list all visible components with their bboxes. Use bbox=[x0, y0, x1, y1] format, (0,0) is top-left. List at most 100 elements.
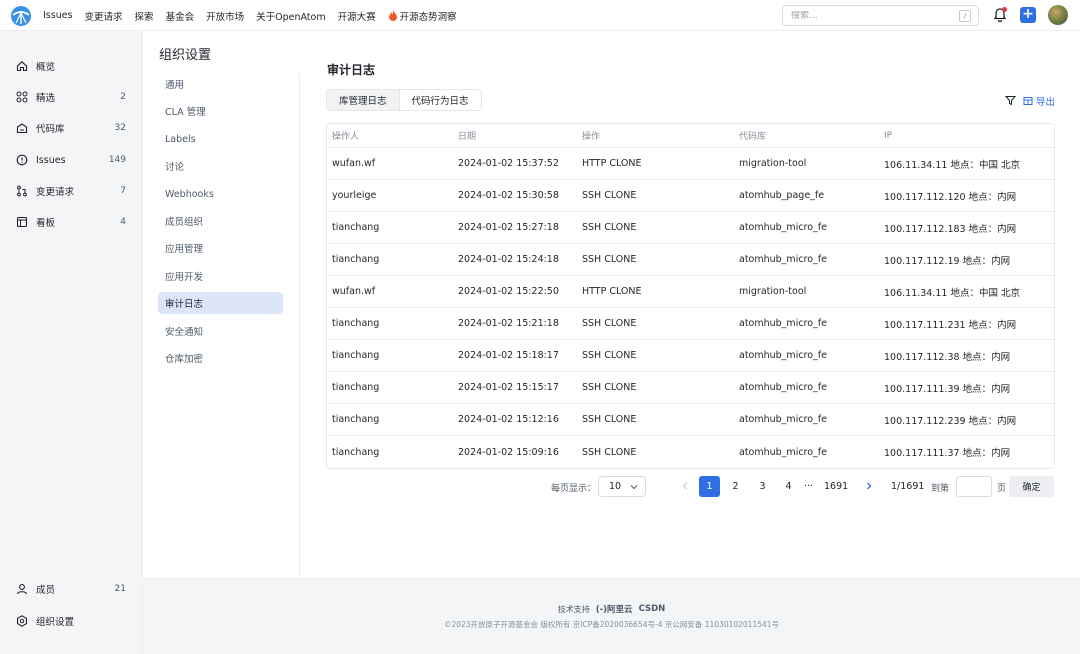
page-last-button[interactable]: 1691 bbox=[824, 476, 848, 497]
repo-cell: atomhub_micro_fe bbox=[739, 318, 828, 329]
left-sidebar: 概览 精选 2 代码库 32 Issues 149 变更请求 7 看板 4 成员… bbox=[0, 31, 143, 654]
main-nav: Issues 变更请求 探索 基金会 开放市场 关于OpenAtom 开源大赛 … bbox=[43, 0, 457, 31]
date-cell: 2024-01-02 15:30:58 bbox=[458, 190, 559, 201]
nav-issues[interactable]: Issues bbox=[43, 10, 73, 21]
operation-cell: SSH CLONE bbox=[582, 414, 637, 425]
page-1-button[interactable]: 1 bbox=[699, 476, 720, 497]
divider bbox=[299, 73, 300, 577]
sidebar-item-members[interactable]: 成员 21 bbox=[0, 578, 143, 600]
table-row: yourleige 2024-01-02 15:30:58 SSH CLONE ato… bbox=[327, 180, 1054, 212]
sidebar-item-count: 2 bbox=[120, 92, 126, 102]
date-cell: 2024-01-02 15:09:16 bbox=[458, 446, 559, 458]
table-row: wufan.wf 2024-01-02 15:22:50 HTTP CLONE mig… bbox=[327, 276, 1054, 308]
sidebar-item-repos[interactable]: 代码库 32 bbox=[0, 117, 143, 139]
operator-cell: wufan.wf bbox=[332, 286, 376, 297]
settings-item-member-org[interactable]: 成员组织 bbox=[158, 210, 283, 232]
jump-page-input[interactable] bbox=[956, 476, 992, 497]
top-navbar: Issues 变更请求 探索 基金会 开放市场 关于OpenAtom 开源大赛 … bbox=[0, 0, 1080, 31]
tab-repo-management-log[interactable]: 库管理日志 bbox=[327, 90, 399, 110]
nav-contest[interactable]: 开源大赛 bbox=[338, 9, 376, 23]
sidebar-item-boards[interactable]: 看板 4 bbox=[0, 211, 143, 233]
settings-item-webhooks[interactable]: Webhooks bbox=[158, 183, 283, 205]
user-icon bbox=[15, 583, 28, 596]
ip-cell: 100.117.111.37 地点：内网 bbox=[884, 448, 1011, 459]
aliyun-logo[interactable]: (-)阿里云 bbox=[596, 603, 633, 615]
sidebar-item-label: 看板 bbox=[36, 218, 56, 229]
sidebar-item-label: 组织设置 bbox=[36, 617, 75, 628]
ip-cell: 100.117.111.39 地点：内网 bbox=[884, 383, 1011, 395]
header-operation: 操作 bbox=[582, 132, 601, 142]
prev-page-icon[interactable] bbox=[678, 479, 692, 493]
operator-cell: tianchang bbox=[332, 222, 380, 233]
sidebar-item-count: 7 bbox=[120, 186, 126, 196]
settings-item-app-development[interactable]: 应用开发 bbox=[158, 265, 283, 287]
table-row: tianchang 2024-01-02 15:21:18 SSH CLONE ato… bbox=[327, 308, 1054, 340]
settings-icon bbox=[15, 615, 28, 628]
operation-cell: HTTP CLONE bbox=[582, 158, 642, 169]
nav-about[interactable]: 关于OpenAtom bbox=[256, 9, 326, 23]
operator-cell: tianchang bbox=[332, 446, 380, 458]
operator-cell: yourleige bbox=[332, 190, 377, 201]
support-label: 技术支持 bbox=[557, 604, 590, 614]
settings-item-repo-encryption[interactable]: 仓库加密 bbox=[158, 347, 283, 369]
header-date: 日期 bbox=[458, 132, 477, 142]
nav-explore[interactable]: 探索 bbox=[135, 9, 154, 23]
page-3-button[interactable]: 3 bbox=[752, 476, 773, 497]
operation-cell: SSH CLONE bbox=[582, 350, 637, 361]
repo-icon bbox=[15, 122, 28, 135]
next-page-icon[interactable] bbox=[862, 479, 876, 493]
settings-item-security-notices[interactable]: 安全通知 bbox=[158, 320, 283, 342]
ip-cell: 100.117.112.239 地点：内网 bbox=[884, 415, 1017, 427]
operator-cell: tianchang bbox=[332, 382, 380, 393]
operation-cell: SSH CLONE bbox=[582, 222, 637, 233]
settings-item-app-management[interactable]: 应用管理 bbox=[158, 237, 283, 259]
page-4-button[interactable]: 4 bbox=[778, 476, 799, 497]
settings-item-cla[interactable]: CLA 管理 bbox=[158, 100, 283, 122]
chevron-down-icon bbox=[630, 485, 638, 490]
date-cell: 2024-01-02 15:24:18 bbox=[458, 254, 559, 265]
jump-confirm-button[interactable]: 确定 bbox=[1009, 476, 1054, 497]
sidebar-item-change-requests[interactable]: 变更请求 7 bbox=[0, 180, 143, 202]
date-cell: 2024-01-02 15:12:16 bbox=[458, 414, 559, 425]
nav-foundation[interactable]: 基金会 bbox=[166, 9, 195, 23]
filter-icon[interactable] bbox=[1004, 95, 1017, 106]
ip-cell: 106.11.34.11 地点：中国 北京 bbox=[884, 159, 1020, 171]
sidebar-item-label: 成员 bbox=[36, 585, 56, 596]
nav-insights[interactable]: 开源态势洞察 bbox=[388, 9, 457, 23]
header-repo: 代码库 bbox=[739, 132, 767, 142]
ip-cell: 106.11.34.11 地点：中国 北京 bbox=[884, 287, 1020, 299]
settings-item-labels[interactable]: Labels bbox=[158, 128, 283, 150]
operator-cell: wufan.wf bbox=[332, 158, 376, 169]
nav-change-requests[interactable]: 变更请求 bbox=[85, 9, 123, 23]
user-avatar[interactable] bbox=[1048, 5, 1068, 25]
repo-cell: atomhub_page_fe bbox=[739, 190, 825, 201]
nav-open-market[interactable]: 开放市场 bbox=[206, 9, 244, 23]
settings-item-discussions[interactable]: 讨论 bbox=[158, 155, 283, 177]
sidebar-item-org-settings[interactable]: 组织设置 bbox=[0, 610, 143, 632]
operation-cell: SSH CLONE bbox=[582, 254, 637, 265]
sidebar-item-issues[interactable]: Issues 149 bbox=[0, 149, 143, 171]
page-2-button[interactable]: 2 bbox=[725, 476, 746, 497]
sidebar-item-overview[interactable]: 概览 bbox=[0, 55, 143, 77]
repo-cell: migration-tool bbox=[739, 158, 807, 169]
settings-item-general[interactable]: 通用 bbox=[158, 73, 283, 95]
create-new-button[interactable]: + bbox=[1020, 7, 1036, 23]
sidebar-item-label: 代码库 bbox=[36, 124, 65, 135]
csdn-logo[interactable]: CSDN bbox=[639, 604, 666, 614]
notification-bell-icon[interactable] bbox=[992, 7, 1008, 23]
ip-cell: 100.117.112.38 地点：内网 bbox=[884, 351, 1011, 363]
settings-item-audit-log[interactable]: 审计日志 bbox=[158, 292, 283, 314]
sidebar-item-count: 32 bbox=[114, 123, 126, 133]
search-input[interactable] bbox=[791, 10, 951, 21]
table-row: tianchang 2024-01-02 15:27:18 SSH CLONE ato… bbox=[327, 212, 1054, 244]
sidebar-item-featured[interactable]: 精选 2 bbox=[0, 86, 143, 108]
date-cell: 2024-01-02 15:21:18 bbox=[458, 318, 559, 329]
export-icon bbox=[1023, 97, 1033, 105]
tab-code-behavior-log[interactable]: 代码行为日志 bbox=[398, 90, 481, 110]
search-box[interactable]: / bbox=[782, 5, 979, 26]
page-ellipsis[interactable]: ··· bbox=[798, 476, 819, 497]
export-button[interactable]: 导出 bbox=[1023, 94, 1055, 108]
openatom-logo-icon[interactable] bbox=[11, 6, 31, 26]
sidebar-item-count: 149 bbox=[108, 155, 126, 165]
page-size-select[interactable]: 10 bbox=[598, 476, 646, 497]
